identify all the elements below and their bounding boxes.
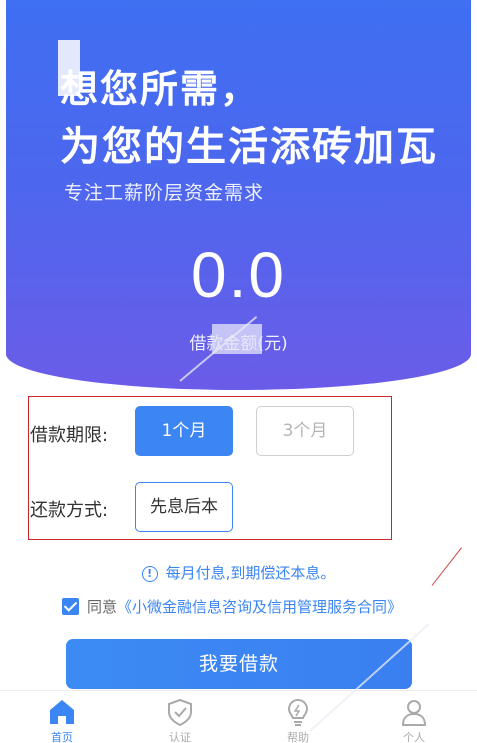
tab-help-label: 帮助 <box>287 731 309 743</box>
loan-home-screen: 想您所需， 为您的生活添砖加瓦 专注工薪阶层资金需求 0.0 借款金额(元) 借… <box>0 0 477 743</box>
tab-verify-label: 认证 <box>169 731 191 743</box>
agree-checkbox[interactable] <box>62 598 79 615</box>
agreement-row: 同意《小微金融信息咨询及信用管理服务合同》 <box>62 596 402 617</box>
term-option-3-months[interactable]: 3个月 <box>256 406 354 456</box>
repay-method-button[interactable]: 先息后本 <box>135 482 233 532</box>
hero-subtitle: 专注工薪阶层资金需求 <box>64 182 265 204</box>
repay-info: ! 每月付息,到期偿还本息。 <box>0 562 477 583</box>
repay-label: 还款方式: <box>30 500 109 521</box>
tab-profile[interactable]: 个人 <box>374 697 454 743</box>
home-icon <box>50 700 74 724</box>
tab-home[interactable]: 首页 <box>22 697 102 743</box>
agree-prefix: 同意 <box>87 598 118 616</box>
info-icon: ! <box>141 566 158 582</box>
headline-line1: 想您所需， <box>60 67 261 111</box>
term-label: 借款期限: <box>30 425 109 446</box>
repay-info-text: 每月付息,到期偿还本息。 <box>165 564 336 582</box>
tab-help[interactable]: 帮助 <box>258 697 338 743</box>
tab-profile-label: 个人 <box>403 731 425 743</box>
shield-icon <box>168 698 192 727</box>
person-icon <box>401 700 427 726</box>
watermark-patch <box>212 324 262 354</box>
tab-home-label: 首页 <box>51 731 73 743</box>
bottom-tab-bar: 首页 认证 帮助 个人 <box>0 690 477 743</box>
headline-line2: 为您的生活添砖加瓦 <box>60 124 438 170</box>
loan-amount: 0.0 <box>191 239 286 311</box>
tab-verify[interactable]: 认证 <box>140 697 220 743</box>
watermark-patch <box>58 40 80 96</box>
lightbulb-icon <box>287 698 309 726</box>
apply-loan-button[interactable]: 我要借款 <box>66 639 412 689</box>
term-option-1-month[interactable]: 1个月 <box>135 406 233 456</box>
contract-link[interactable]: 《小微金融信息咨询及信用管理服务合同》 <box>117 598 402 616</box>
